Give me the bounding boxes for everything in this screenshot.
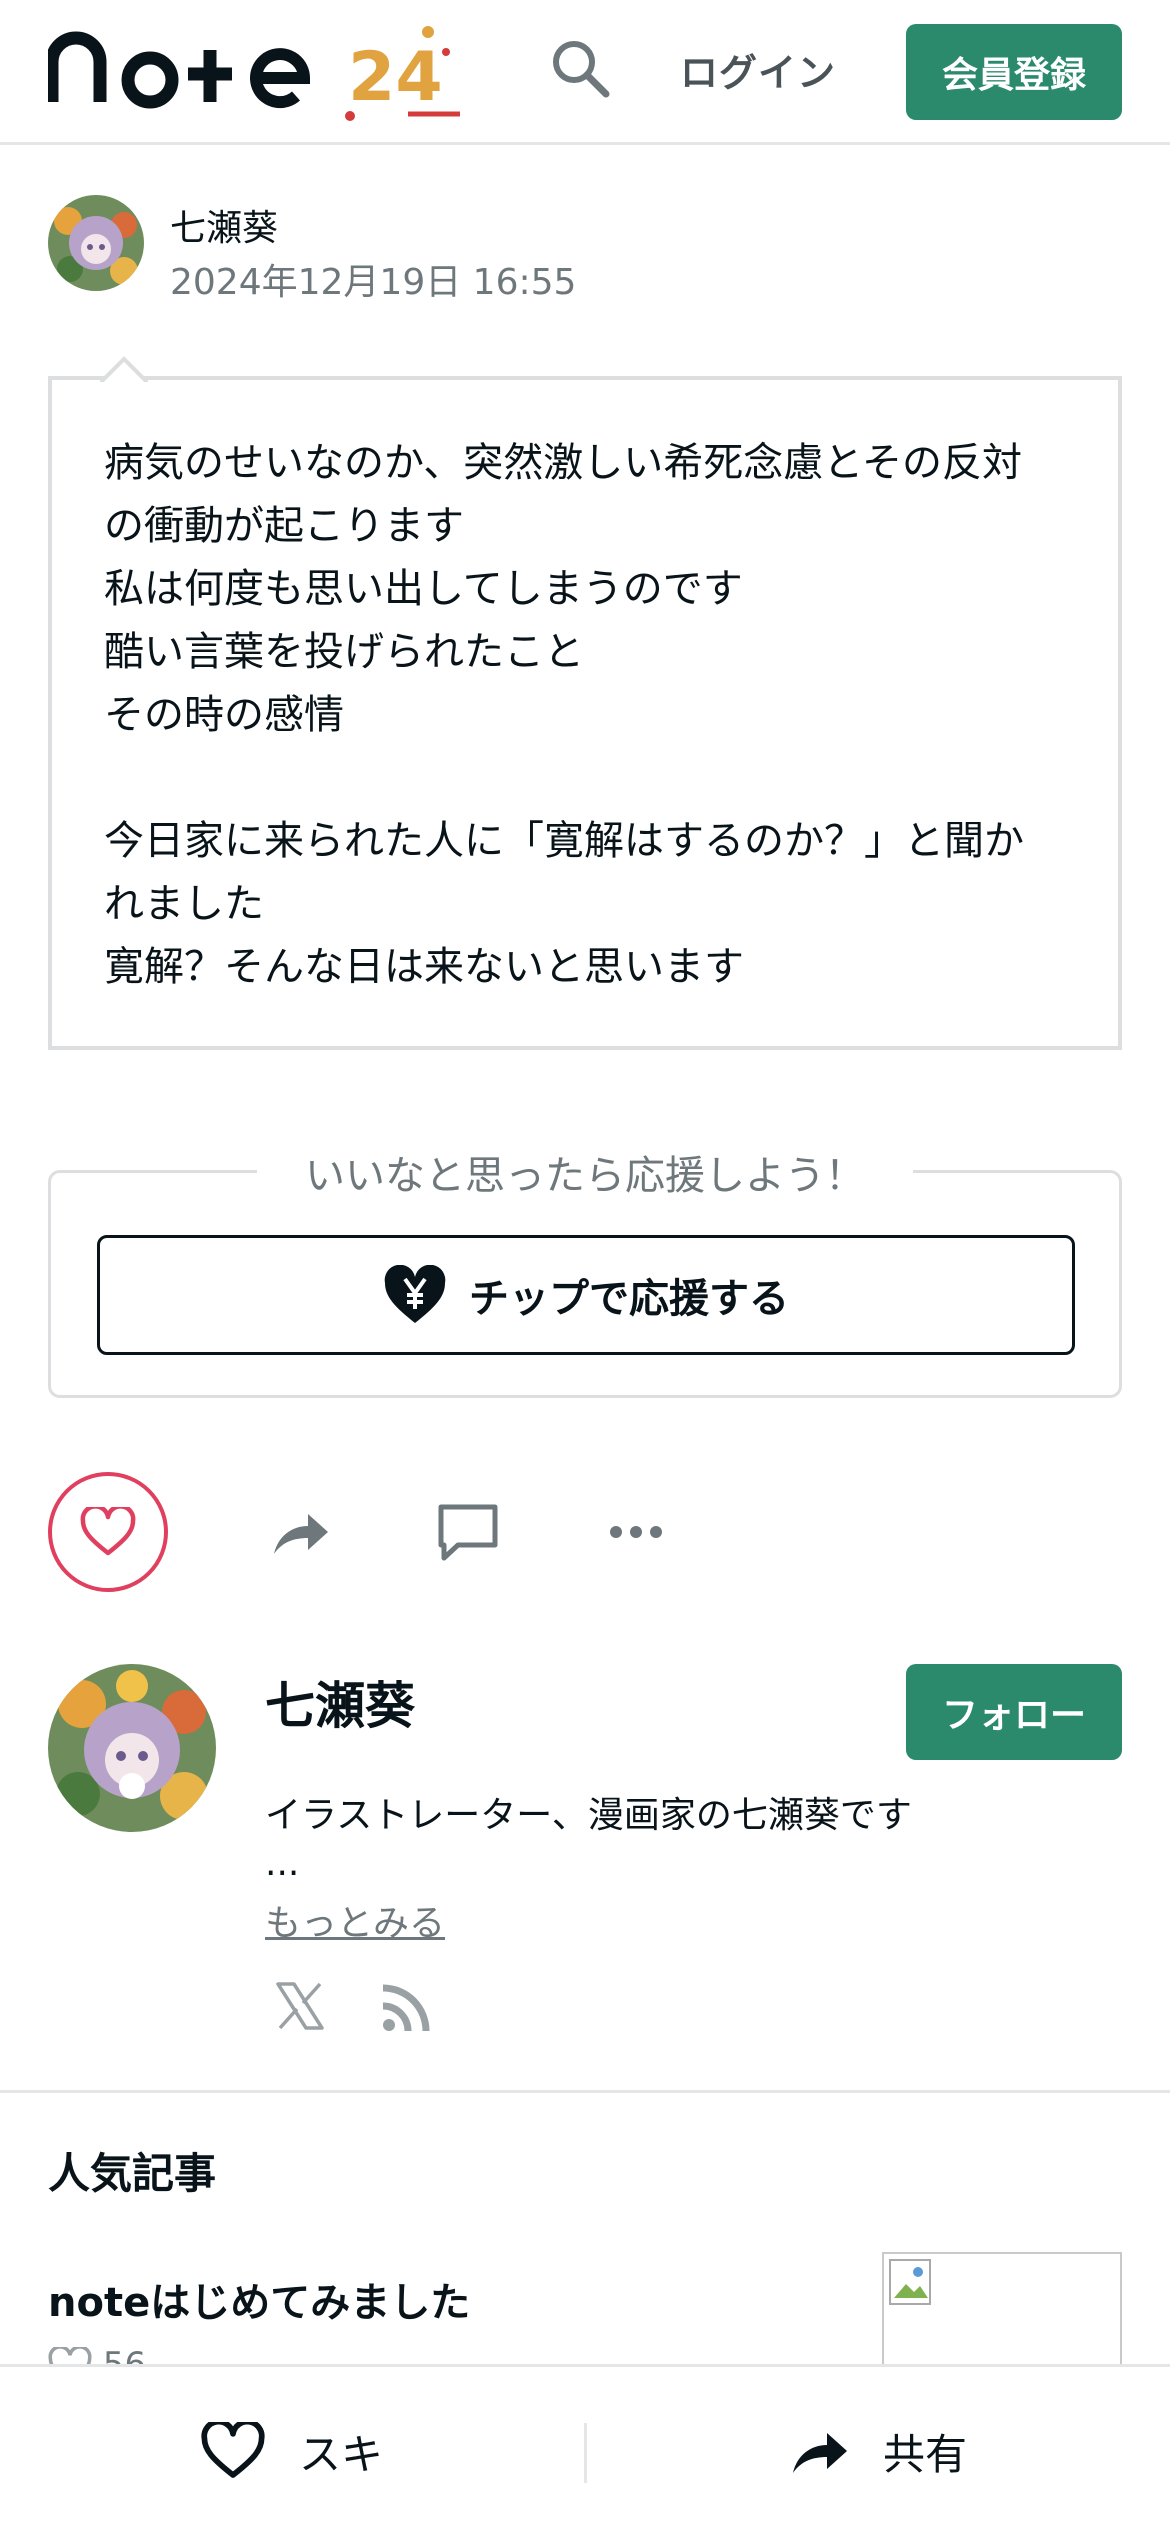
tip-button[interactable]: チップで応援する [97,1235,1075,1355]
rss-feed-icon[interactable] [380,1980,434,2034]
section-divider [0,2090,1170,2093]
search-icon [553,41,610,98]
article-title[interactable]: noteはじめてみました [48,2270,470,2328]
profile-name[interactable]: 七瀬葵 [265,1666,415,1738]
show-more-link[interactable]: もっとみる [265,1894,445,1946]
follow-button[interactable]: フォロー [906,1664,1122,1760]
x-twitter-icon[interactable] [272,1978,328,2034]
login-link[interactable]: ログイン [680,42,836,97]
share-button[interactable] [264,1496,336,1568]
avatar[interactable] [48,195,144,291]
bottom-like-button[interactable]: スキ [0,2367,584,2532]
bottom-share-button[interactable]: 共有 [586,2367,1170,2532]
logo-badge: 24 [348,38,443,117]
bottom-like-label: スキ [298,2429,383,2479]
bottom-action-bar: スキ 共有 [0,2364,1170,2532]
share-arrow-icon [274,1514,328,1554]
article-thumbnail[interactable] [882,2252,1122,2372]
profile-bio: イラストレーター、漫画家の七瀬葵です [265,1795,912,1836]
popular-articles-heading: 人気記事 [48,2149,217,2198]
profile-bio-ellipsis: ... [265,1843,300,1884]
tip-button-label: チップで応援する [469,1276,789,1322]
post-author-row: 七瀬葵 2024年12月19日 16:55 [48,195,748,303]
ellipsis-icon [610,1526,662,1538]
search-button[interactable] [548,36,614,102]
comment-button[interactable] [432,1496,504,1568]
yen-heart-icon [384,1265,446,1323]
profile-avatar[interactable] [48,1664,216,1832]
tip-support-box: いいなと思ったら応援しよう！ チップで応援する [48,1153,1122,1398]
speech-notch [100,356,148,401]
broken-image-icon [889,2259,931,2305]
top-header: 24 ログイン 会員登録 [0,0,1170,145]
note-24-logo[interactable]: 24 [48,22,468,122]
signup-button[interactable]: 会員登録 [906,24,1122,120]
share-arrow-icon [792,2433,847,2473]
post-date: 2024年12月19日 16:55 [170,262,577,303]
author-name[interactable]: 七瀬葵 [170,199,278,251]
heart-outline-icon [80,1507,136,1556]
post-body-text: 病気のせいなのか、突然激しい希死念慮とその反対 の衝動が起こります 私は何度も思… [104,440,1024,990]
more-options-button[interactable] [600,1496,672,1568]
post-body-box: 病気のせいなのか、突然激しい希死念慮とその反対 の衝動が起こります 私は何度も思… [48,356,1122,1050]
tip-caption-text: いいなと思ったら応援しよう！ [257,1153,913,1199]
like-button[interactable] [48,1472,168,1592]
tip-caption: いいなと思ったら応援しよう！ [51,1143,1119,1201]
heart-outline-icon [201,2422,265,2478]
bottom-share-label: 共有 [882,2429,967,2479]
comment-bubble-icon [438,1504,498,1561]
